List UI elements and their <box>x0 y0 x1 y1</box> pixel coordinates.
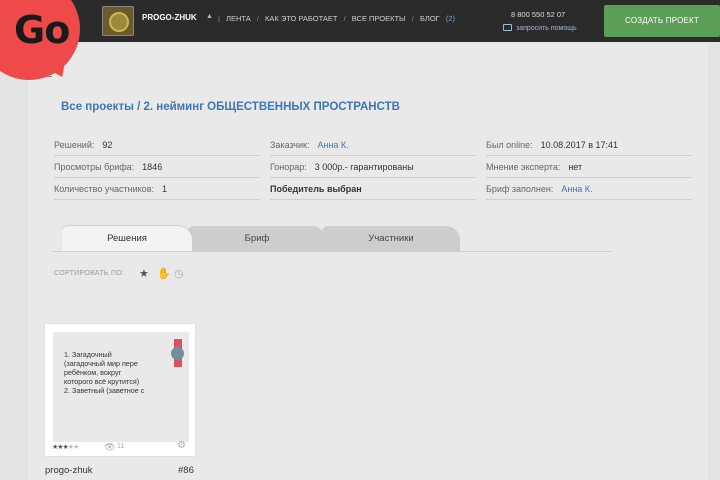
info-value: нет <box>568 162 583 172</box>
rating-stars[interactable]: ★★★★★ <box>52 443 80 451</box>
solution-card[interactable]: 1. Загадочный (загадочный мир пере ребён… <box>44 323 196 457</box>
info-label: Заказчик: <box>270 140 310 150</box>
info-label: Просмотры брифа: <box>54 162 135 172</box>
create-project-button[interactable]: СОЗДАТЬ ПРОЕКТ <box>604 5 720 37</box>
messages-count[interactable]: (2) <box>446 14 455 23</box>
eye-icon: 👁 <box>104 442 116 452</box>
solution-text: 1. Загадочный (загадочный мир пере ребён… <box>64 350 145 395</box>
info-label: Был online: <box>486 140 533 150</box>
info-value: 3 000р.- гарантированы <box>314 162 414 172</box>
info-row-brief-views: Просмотры брифа: 1846 <box>54 156 260 178</box>
winner-medal-icon <box>171 347 184 360</box>
tabs-divider <box>52 251 612 252</box>
star-on-icon: ★★★ <box>52 444 69 451</box>
breadcrumb[interactable]: Все проекты / 2. нейминг ОБЩЕСТВЕННЫХ ПР… <box>61 101 400 113</box>
callback-label: запросить помощь <box>516 25 577 32</box>
info-value: 92 <box>102 140 113 150</box>
info-row-brief-filled: Бриф заполнен: Анна К. <box>486 178 692 200</box>
nav-item-how-it-works[interactable]: КАК ЭТО РАБОТАЕТ <box>265 14 337 23</box>
user-name[interactable]: PROGO-ZHUK <box>142 13 197 22</box>
info-label: Гонорар: <box>270 162 307 172</box>
nav-separator: / <box>256 14 259 23</box>
caret-up-icon[interactable]: ▲ <box>206 13 213 20</box>
client-link[interactable]: Анна К. <box>317 140 348 150</box>
info-row-expert: Мнение эксперта: нет <box>486 156 692 178</box>
nav-separator: / <box>411 14 414 23</box>
top-bar: PROGO-ZHUK ▲ | ЛЕНТА / КАК ЭТО РАБОТАЕТ … <box>0 0 720 42</box>
tab-brief[interactable]: Бриф <box>188 226 326 252</box>
nav-separator: | <box>218 14 220 23</box>
avatar[interactable] <box>102 6 134 36</box>
info-row-fee: Гонорар: 3 000р.- гарантированы <box>270 156 476 178</box>
info-column-status: Был online: 10.08.2017 в 17:41 Мнение экс… <box>486 134 692 200</box>
views-count: 11 <box>117 443 125 450</box>
winner-status: Победитель выбран <box>270 184 362 194</box>
thumbs-up-icon[interactable]: ✋ <box>157 267 171 280</box>
info-label: Решений: <box>54 140 95 150</box>
sort-label: СОРТИРОВАТЬ ПО: <box>54 270 125 277</box>
main-nav: | ЛЕНТА / КАК ЭТО РАБОТАЕТ / ВСЕ ПРОЕКТЫ… <box>214 14 455 23</box>
gear-icon[interactable]: ⚙ <box>177 440 186 451</box>
callback-link[interactable]: запросить помощь <box>503 24 577 32</box>
star-icon[interactable]: ★ <box>139 267 149 280</box>
nav-separator: / <box>343 14 346 23</box>
info-label: Бриф заполнен: <box>486 184 554 194</box>
logo-text: Go <box>14 8 70 52</box>
info-label: Количество участников: <box>54 184 154 194</box>
info-row-winner: Победитель выбран <box>270 178 476 200</box>
chat-icon <box>503 24 512 31</box>
avatar-coin <box>109 12 129 32</box>
info-column-stats: Решений: 92 Просмотры брифа: 1846 Количест… <box>54 134 260 200</box>
info-value: 1846 <box>142 162 163 172</box>
tab-participants[interactable]: Участники <box>322 226 460 252</box>
brief-author-link[interactable]: Анна К. <box>561 184 592 194</box>
info-row-client: Заказчик: Анна К. <box>270 134 476 156</box>
info-row-participants: Количество участников: 1 <box>54 178 260 200</box>
info-value: 1 <box>161 184 167 194</box>
info-column-client: Заказчик: Анна К. Гонорар: 3 000р.- гарант… <box>270 134 476 200</box>
nav-item-feed[interactable]: ЛЕНТА <box>226 14 251 23</box>
card-author[interactable]: progo-zhuk <box>45 465 93 476</box>
tab-solutions[interactable]: Решения <box>62 226 192 252</box>
info-row-solutions: Решений: 92 <box>54 134 260 156</box>
clock-icon[interactable]: ◷ <box>174 267 184 280</box>
solution-preview[interactable]: 1. Загадочный (загадочный мир пере ребён… <box>53 332 189 442</box>
info-value: 10.08.2017 в 17:41 <box>540 140 619 150</box>
card-number: #86 <box>178 465 194 476</box>
star-off-icon: ★★ <box>67 444 80 451</box>
nav-item-blog[interactable]: БЛОГ <box>420 14 440 23</box>
phone-number: 8 800 550 52 07 <box>511 10 566 19</box>
info-label: Мнение эксперта: <box>486 162 561 172</box>
info-row-last-online: Был online: 10.08.2017 в 17:41 <box>486 134 692 156</box>
nav-item-all-projects[interactable]: ВСЕ ПРОЕКТЫ <box>352 14 406 23</box>
